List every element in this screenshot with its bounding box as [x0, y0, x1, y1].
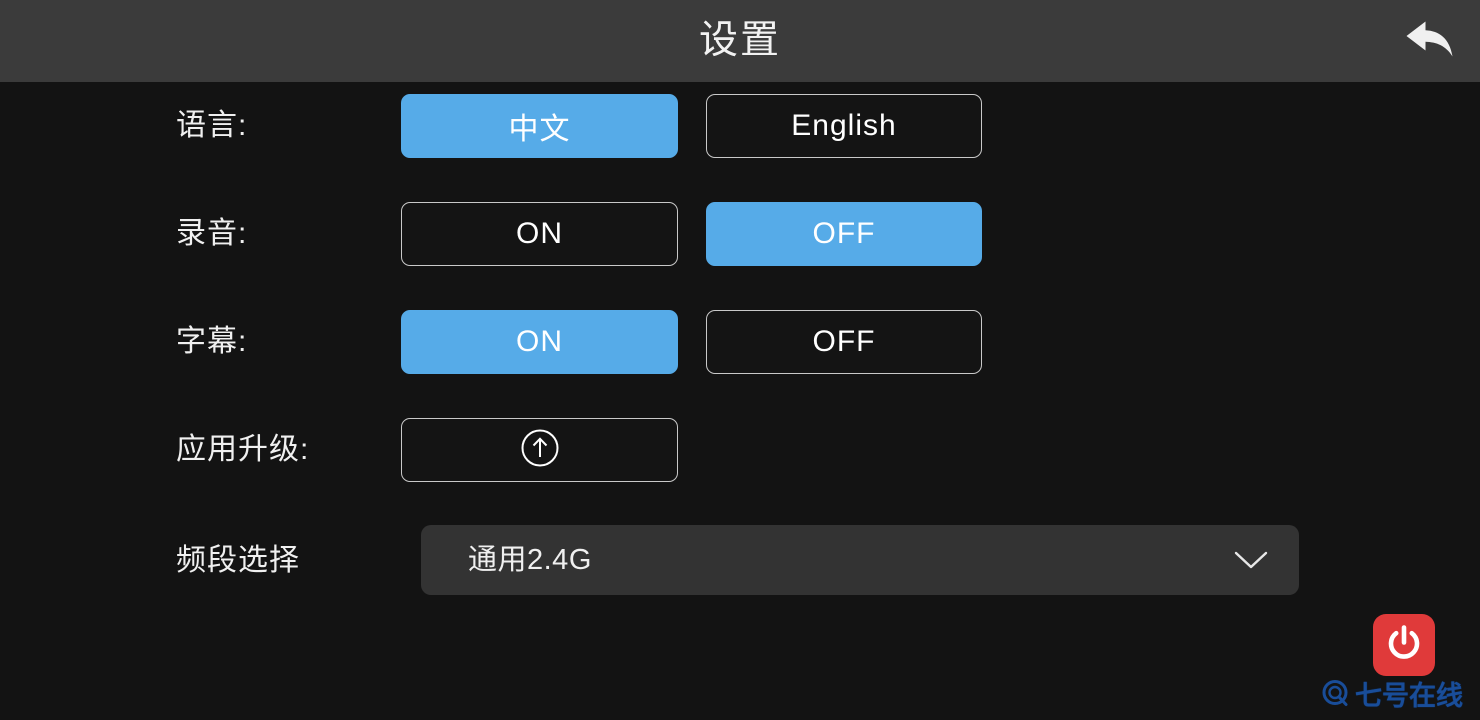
band-select-value: 通用2.4G [468, 544, 592, 576]
power-icon [1383, 622, 1425, 669]
app-upgrade-button[interactable] [401, 418, 678, 482]
setting-row-recording: 录音: ON OFF [0, 198, 1480, 270]
band-select-dropdown[interactable]: 通用2.4G [421, 525, 1299, 595]
watermark-text: 七号在线 [1355, 681, 1463, 711]
circle-up-arrow-icon [519, 427, 561, 474]
page-title: 设置 [698, 19, 781, 62]
app-header: 设置 [0, 0, 1480, 82]
recording-option-on[interactable]: ON [401, 202, 678, 266]
setting-label-app-upgrade: 应用升级: [176, 433, 310, 466]
setting-row-band-select: 频段选择 通用2.4G [0, 525, 1480, 597]
setting-label-band-select: 频段选择 [176, 544, 300, 577]
setting-label-recording: 录音: [176, 217, 248, 250]
back-arrow-icon [1401, 16, 1457, 67]
chevron-down-icon[interactable] [1225, 525, 1277, 595]
setting-row-subtitle: 字幕: ON OFF [0, 306, 1480, 378]
language-option-english[interactable]: English [706, 94, 982, 158]
settings-content: 语言: 中文 English 录音: ON OFF 字幕: ON OFF 应用升… [0, 82, 1480, 720]
language-option-chinese[interactable]: 中文 [401, 94, 678, 158]
recording-option-off[interactable]: OFF [706, 202, 982, 266]
back-button[interactable] [1396, 8, 1462, 74]
magnifier-q-icon [1321, 679, 1351, 714]
setting-label-subtitle: 字幕: [176, 325, 248, 358]
setting-row-language: 语言: 中文 English [0, 90, 1480, 162]
subtitle-option-on[interactable]: ON [401, 310, 678, 374]
watermark: 七号在线 [1321, 678, 1463, 714]
subtitle-option-off[interactable]: OFF [706, 310, 982, 374]
power-button[interactable] [1373, 614, 1435, 676]
setting-label-language: 语言: [176, 109, 248, 142]
setting-row-app-upgrade: 应用升级: [0, 414, 1480, 486]
